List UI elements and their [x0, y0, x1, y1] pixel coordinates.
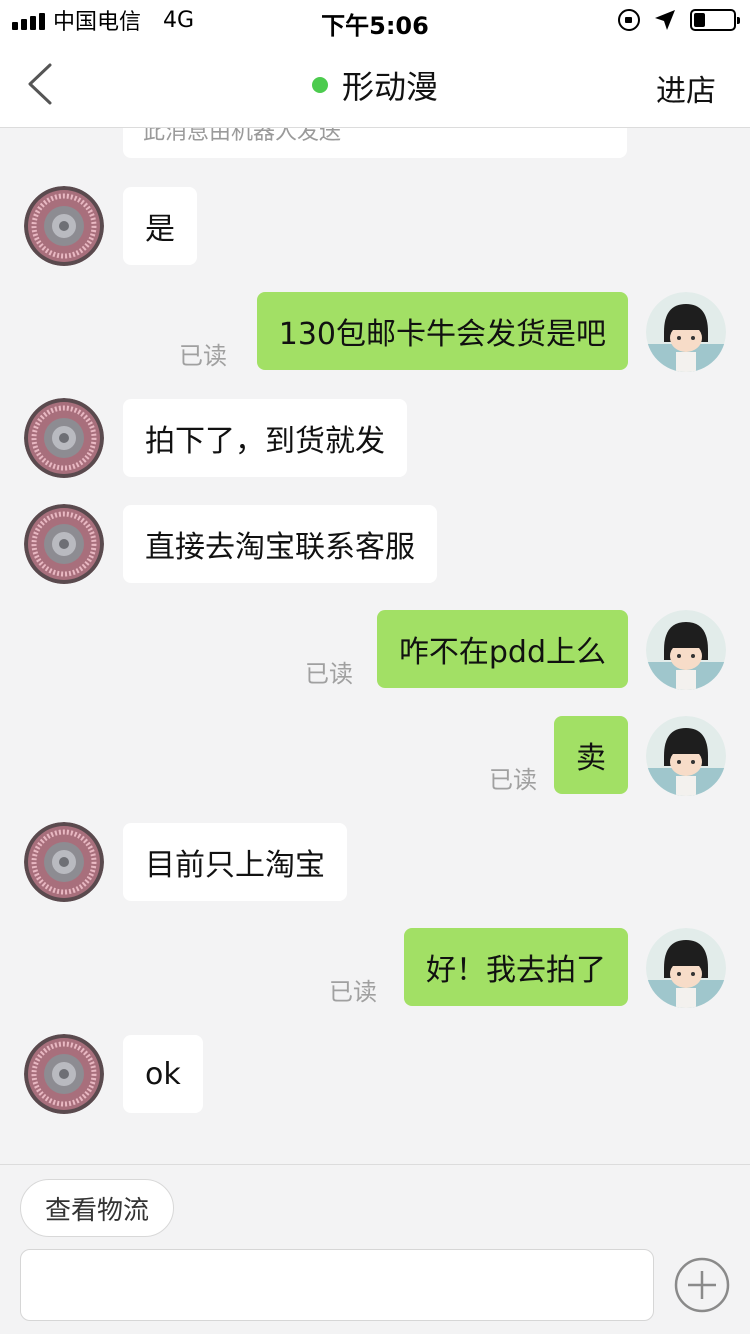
enter-store-button[interactable]: 进店: [656, 66, 716, 110]
message-input[interactable]: [20, 1249, 654, 1321]
message-bubble-outgoing[interactable]: 好！我去拍了: [404, 928, 628, 1006]
user-avatar[interactable]: [646, 928, 726, 1008]
read-receipt: 已读: [305, 660, 353, 688]
user-avatar[interactable]: [646, 292, 726, 372]
view-logistics-button[interactable]: 查看物流: [20, 1179, 174, 1237]
system-message-text: 此消息由机器人发送: [143, 128, 342, 145]
message-bubble-incoming[interactable]: 是: [123, 187, 197, 265]
user-avatar[interactable]: [646, 610, 726, 690]
message-bubble-incoming[interactable]: 拍下了，到货就发: [123, 399, 407, 477]
battery-icon: [690, 9, 740, 31]
message-bubble-incoming[interactable]: 直接去淘宝联系客服: [123, 505, 437, 583]
shop-avatar[interactable]: [24, 504, 104, 584]
message-bubble-outgoing[interactable]: 卖: [554, 716, 628, 794]
message-bubble-incoming[interactable]: 目前只上淘宝: [123, 823, 347, 901]
message-bubble-outgoing[interactable]: 咋不在pdd上么: [376, 610, 628, 688]
shop-avatar[interactable]: [24, 186, 104, 266]
read-receipt: 已读: [489, 766, 537, 794]
nav-bar: 形动漫 进店: [0, 40, 750, 128]
chat-title: 形动漫: [341, 68, 438, 106]
online-status-dot: [311, 77, 328, 93]
bottom-bar: 查看物流: [0, 1164, 750, 1334]
message-bubble-incoming[interactable]: ok: [123, 1035, 203, 1113]
shop-avatar[interactable]: [24, 1034, 104, 1114]
rotation-lock-icon: [618, 9, 640, 31]
battery-level: [694, 13, 706, 27]
read-receipt: 已读: [179, 342, 227, 370]
shop-avatar[interactable]: [24, 398, 104, 478]
shop-avatar[interactable]: [24, 822, 104, 902]
status-right: [618, 8, 740, 32]
status-bar: 中国电信 4G 下午5:06: [0, 0, 750, 40]
read-receipt: 已读: [329, 978, 377, 1006]
location-arrow-icon: [655, 10, 675, 30]
system-message-card: 此消息由机器人发送: [123, 128, 627, 158]
nav-title-wrap: 形动漫: [0, 62, 750, 108]
chat-area[interactable]: 此消息由机器人发送 是 已读 130包邮卡牛会发货是吧 拍下了，到货就发 直接去…: [0, 128, 750, 1164]
user-avatar[interactable]: [646, 716, 726, 796]
plus-icon[interactable]: [674, 1257, 730, 1313]
message-bubble-outgoing[interactable]: 130包邮卡牛会发货是吧: [256, 292, 628, 370]
